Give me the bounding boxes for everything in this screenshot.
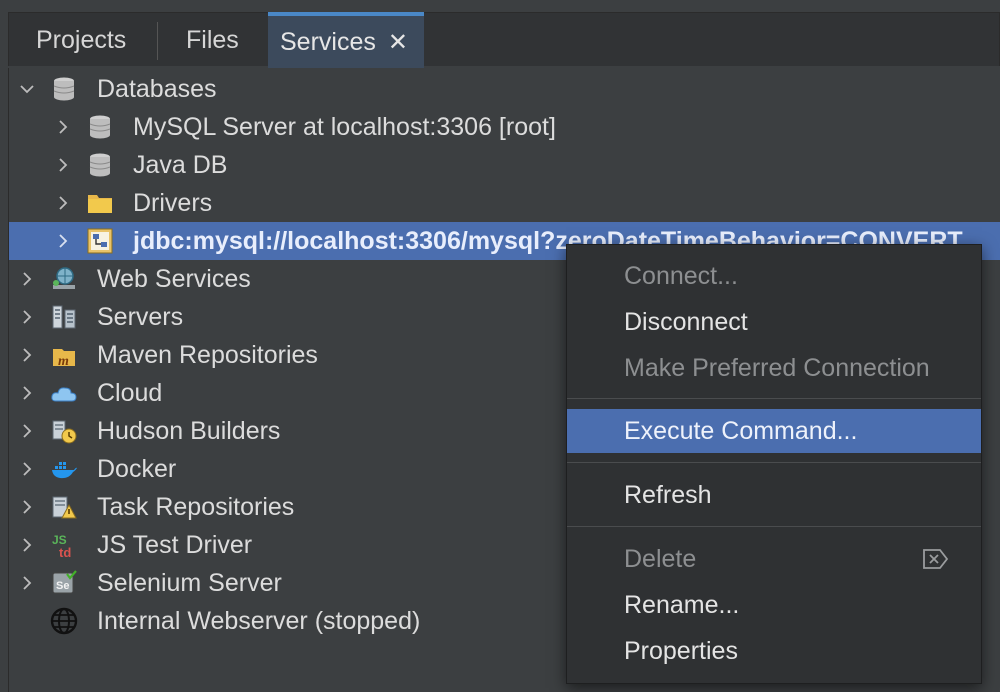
menu-separator — [567, 526, 981, 527]
database-icon — [85, 150, 115, 180]
tree-label: Drivers — [133, 188, 213, 217]
chevron-right-icon[interactable] — [17, 383, 37, 403]
tab-files[interactable]: Files — [186, 14, 239, 66]
servers-icon — [49, 302, 79, 332]
menu-item-delete[interactable]: Delete — [567, 537, 981, 581]
menu-item-connect[interactable]: Connect... — [567, 254, 981, 298]
menu-item-rename[interactable]: Rename... — [567, 583, 981, 627]
svg-text:td: td — [59, 545, 71, 559]
tree-label: Servers — [97, 302, 184, 331]
chevron-right-icon[interactable] — [53, 117, 73, 137]
menu-item-execute-command[interactable]: Execute Command... — [567, 409, 981, 453]
tree-label: MySQL Server at localhost:3306 [root] — [133, 112, 556, 141]
tree-node-databases[interactable]: Databases — [9, 70, 1000, 108]
tree-label: Java DB — [133, 150, 228, 179]
connection-icon — [85, 226, 115, 256]
tab-strip: Projects Files Services ✕ — [0, 0, 1000, 68]
chevron-right-icon[interactable] — [17, 345, 37, 365]
tree-label: Maven Repositories — [97, 340, 318, 369]
docker-icon — [49, 454, 79, 484]
menu-separator — [567, 398, 981, 399]
tree-label: Docker — [97, 454, 177, 483]
chevron-right-icon[interactable] — [17, 269, 37, 289]
tree-label: JS Test Driver — [97, 530, 253, 559]
folder-icon — [85, 188, 115, 218]
tree-label: Task Repositories — [97, 492, 295, 521]
tree-label: Hudson Builders — [97, 416, 281, 445]
js-test-driver-icon: JS td — [49, 530, 79, 560]
chevron-right-icon[interactable] — [17, 535, 37, 555]
delete-key-icon — [923, 549, 949, 569]
selenium-icon: Se — [49, 568, 79, 598]
svg-text:m: m — [58, 354, 69, 369]
menu-item-make-preferred-connection[interactable]: Make Preferred Connection — [567, 346, 981, 390]
chevron-right-icon[interactable] — [53, 193, 73, 213]
svg-text:Se: Se — [56, 580, 69, 592]
tree-label: Internal Webserver (stopped) — [97, 606, 421, 635]
hudson-icon — [49, 416, 79, 446]
globe-icon — [49, 606, 79, 636]
menu-separator — [567, 462, 981, 463]
tab-services-label: Services — [280, 27, 376, 56]
database-icon — [85, 112, 115, 142]
chevron-right-icon[interactable] — [53, 155, 73, 175]
task-repository-icon — [49, 492, 79, 522]
tab-projects[interactable]: Projects — [36, 14, 126, 66]
context-menu: Connect... Disconnect Make Preferred Con… — [566, 244, 982, 684]
chevron-right-icon[interactable] — [17, 421, 37, 441]
tree-label: Databases — [97, 74, 217, 103]
cloud-icon — [49, 378, 79, 408]
tree-node-mysql-server[interactable]: MySQL Server at localhost:3306 [root] — [9, 108, 1000, 146]
chevron-right-icon[interactable] — [17, 497, 37, 517]
close-icon[interactable]: ✕ — [388, 28, 408, 57]
tree-label: Cloud — [97, 378, 163, 407]
chevron-right-icon[interactable] — [17, 459, 37, 479]
menu-item-label: Delete — [624, 544, 697, 573]
tree-label: Selenium Server — [97, 568, 282, 597]
maven-icon: m — [49, 340, 79, 370]
menu-item-properties[interactable]: Properties — [567, 629, 981, 673]
tab-divider — [157, 22, 158, 60]
chevron-down-icon[interactable] — [17, 79, 37, 99]
chevron-right-icon[interactable] — [17, 307, 37, 327]
tab-services[interactable]: Services ✕ — [268, 12, 424, 68]
chevron-right-icon[interactable] — [53, 231, 73, 251]
menu-item-refresh[interactable]: Refresh — [567, 473, 981, 517]
database-icon — [49, 74, 79, 104]
menu-item-disconnect[interactable]: Disconnect — [567, 300, 981, 344]
tree-node-drivers[interactable]: Drivers — [9, 184, 1000, 222]
web-services-icon — [49, 264, 79, 294]
chevron-right-icon[interactable] — [17, 573, 37, 593]
tree-node-java-db[interactable]: Java DB — [9, 146, 1000, 184]
tree-label: Web Services — [97, 264, 251, 293]
